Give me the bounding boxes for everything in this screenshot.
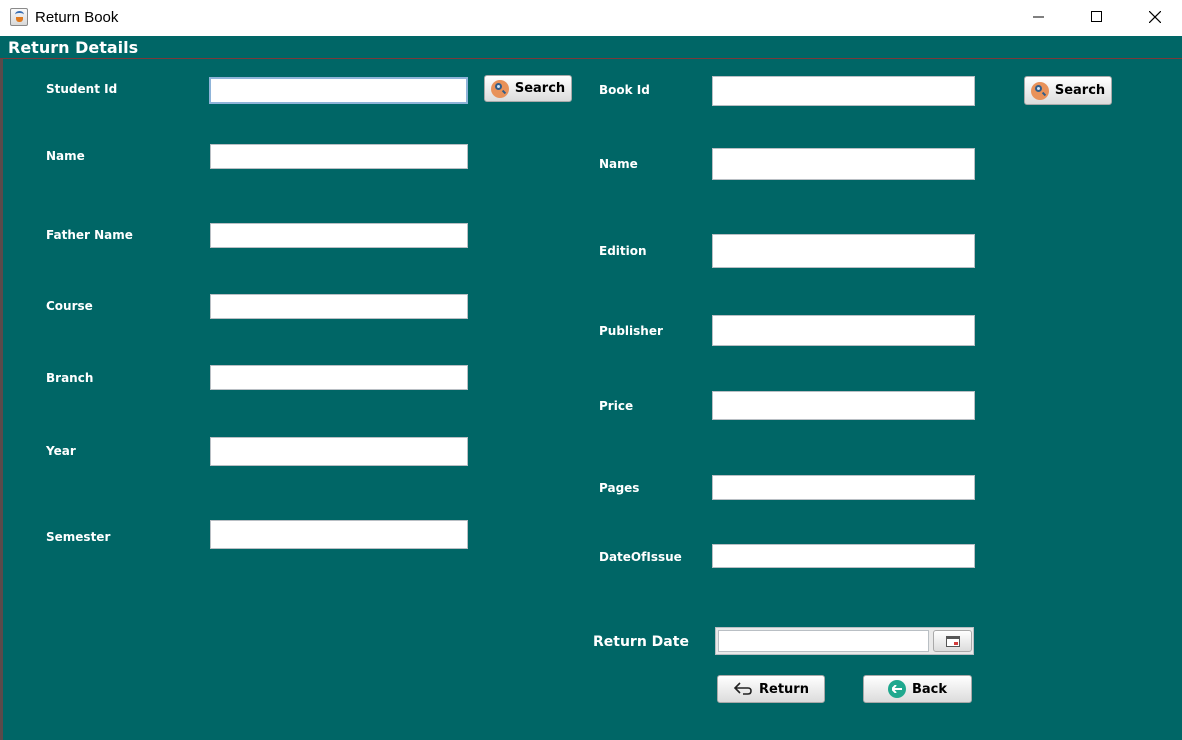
panel-header: Return Details [0, 36, 1182, 59]
branch-label: Branch [46, 371, 94, 385]
date-of-issue-input[interactable] [712, 544, 975, 568]
course-label: Course [46, 299, 93, 313]
student-search-button[interactable]: Search [484, 75, 572, 102]
window-title-bar: Return Book [0, 0, 1182, 36]
price-input[interactable] [712, 391, 975, 420]
semester-label: Semester [46, 530, 111, 544]
panel-title: Return Details [8, 38, 139, 57]
return-date-label: Return Date [593, 634, 689, 650]
return-arrow-icon [733, 682, 752, 695]
return-date-input[interactable] [718, 630, 929, 652]
book-name-input[interactable] [712, 148, 975, 180]
course-input[interactable] [210, 294, 468, 319]
edition-input[interactable] [712, 234, 975, 268]
book-id-input[interactable] [712, 76, 975, 106]
return-date-chooser [715, 627, 974, 655]
back-button[interactable]: Back [863, 675, 972, 703]
minimize-icon [1033, 16, 1044, 18]
book-search-button[interactable]: Search [1024, 76, 1112, 105]
year-input[interactable] [210, 437, 468, 466]
father-name-label: Father Name [46, 228, 133, 242]
back-arrow-icon [887, 680, 906, 698]
date-of-issue-label: DateOfIssue [599, 550, 682, 564]
student-id-label: Student Id [46, 82, 118, 96]
pages-input[interactable] [712, 475, 975, 500]
close-icon [1149, 11, 1161, 23]
semester-input[interactable] [210, 520, 468, 549]
father-name-input[interactable] [210, 223, 468, 248]
pages-label: Pages [599, 481, 640, 495]
maximize-button[interactable] [1068, 0, 1126, 34]
book-id-label: Book Id [599, 83, 650, 97]
student-name-label: Name [46, 149, 85, 163]
search-icon [490, 79, 509, 98]
return-button[interactable]: Return [717, 675, 825, 703]
student-name-input[interactable] [210, 144, 468, 169]
book-name-label: Name [599, 157, 638, 171]
close-button[interactable] [1126, 0, 1182, 34]
minimize-button[interactable] [1010, 0, 1068, 34]
java-app-icon [10, 8, 28, 26]
maximize-icon [1091, 11, 1102, 22]
student-id-input[interactable] [209, 77, 468, 104]
publisher-input[interactable] [712, 315, 975, 346]
calendar-icon [945, 635, 960, 647]
window-title: Return Book [35, 9, 119, 26]
year-label: Year [46, 444, 76, 458]
search-icon [1030, 81, 1049, 100]
price-label: Price [599, 399, 634, 413]
student-search-label: Search [514, 81, 566, 96]
edition-label: Edition [599, 244, 647, 258]
return-details-panel: Return Details Student Id Search Name Fa… [0, 36, 1182, 740]
book-search-label: Search [1054, 83, 1106, 98]
publisher-label: Publisher [599, 324, 663, 338]
back-button-label: Back [911, 681, 948, 697]
panel-left-border [0, 59, 3, 740]
return-button-label: Return [759, 681, 809, 697]
calendar-button[interactable] [933, 630, 972, 652]
branch-input[interactable] [210, 365, 468, 390]
